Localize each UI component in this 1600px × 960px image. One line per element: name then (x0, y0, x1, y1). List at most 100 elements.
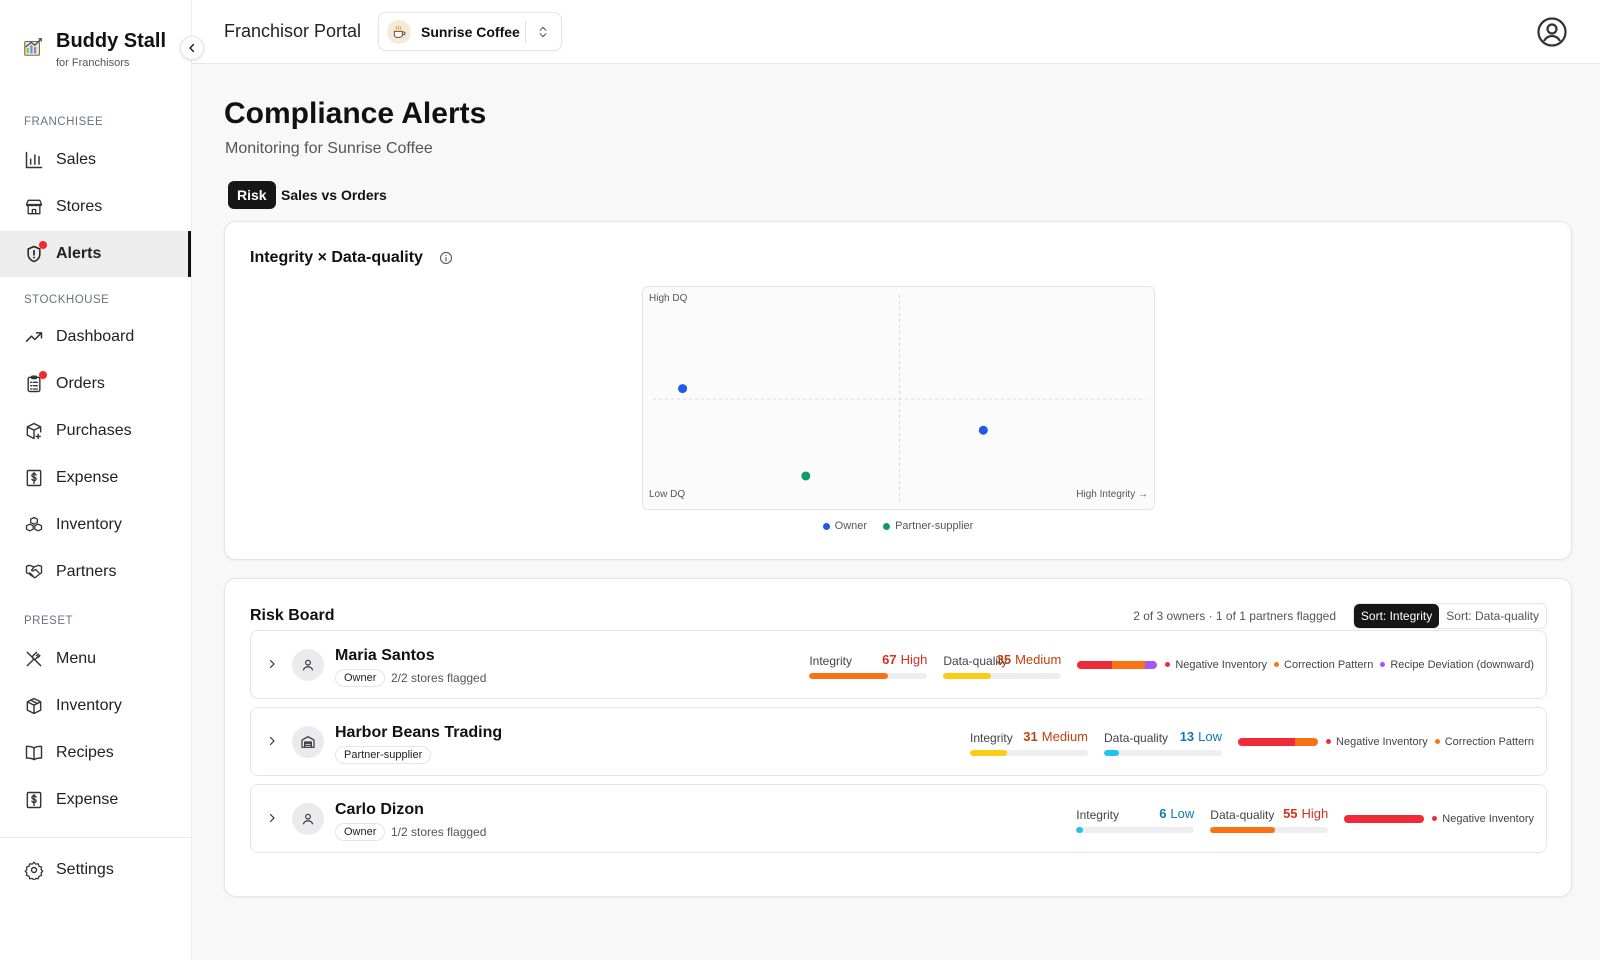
portal-title: Franchisor Portal (224, 21, 362, 41)
franchise-name: Sunrise Coffee (421, 23, 520, 40)
metric-value: 55 High (1283, 806, 1328, 821)
role-badge: Owner (335, 669, 386, 687)
flag-segment (1344, 814, 1425, 823)
app-tagline: for Franchisors (56, 57, 130, 69)
label-high-integrity: High Integrity → (1076, 489, 1148, 500)
sidebar-item-recipes[interactable]: Recipes (0, 730, 191, 776)
sidebar-item-preset-inventory[interactable]: Inventory (0, 683, 191, 729)
legend-owner-label: Owner (834, 520, 868, 532)
flag-segment (1238, 737, 1295, 746)
dq-metric: Data-quality 13 Low (1104, 726, 1223, 758)
scatter-point-partner-0 (801, 471, 811, 481)
chevron-right-icon[interactable] (266, 735, 278, 747)
franchise-logo-icon (387, 19, 411, 44)
sidebar-item-label: Partners (56, 563, 117, 580)
flag-distribution-bar (1344, 814, 1425, 823)
risk-row[interactable]: Maria Santos Owner 2/2 stores flagged Integ… (250, 630, 1547, 699)
sidebar-item-settings[interactable]: Settings (0, 847, 191, 893)
metric-bar (943, 672, 1062, 679)
section-stockhouse: STOCKHOUSE (24, 294, 110, 306)
sidebar-item-label: Orders (56, 375, 105, 392)
tab-sales-vs-orders[interactable]: Sales vs Orders (272, 181, 396, 209)
sidebar-item-label: Expense (56, 469, 119, 486)
sidebar-item-expense[interactable]: Expense (0, 455, 191, 501)
book-open-icon (25, 745, 43, 761)
legend-owner-swatch (822, 522, 830, 530)
sort-dq-button[interactable]: Sort: Data-quality (1439, 604, 1546, 628)
sidebar-item-alerts[interactable]: Alerts (0, 231, 191, 277)
sort-integrity-button[interactable]: Sort: Integrity (1353, 604, 1440, 628)
flag-item: Recipe Deviation (downward) (1380, 659, 1534, 671)
metric-label: Data-quality (1104, 730, 1169, 745)
flag-distribution-bar (1077, 660, 1158, 669)
flag-distribution-bar (1238, 737, 1318, 746)
alert-badge (39, 241, 47, 249)
handshake-icon (25, 564, 43, 579)
metric-score: 6 (1159, 805, 1167, 821)
user-icon (292, 649, 324, 681)
risk-row[interactable]: Carlo Dizon Owner 1/2 stores flagged Integr… (250, 784, 1547, 853)
sidebar-item-label: Expense (56, 791, 119, 808)
sidebar-item-label: Recipes (56, 744, 114, 761)
sidebar-item-inventory[interactable]: Inventory (0, 502, 191, 548)
sidebar-item-partners[interactable]: Partners (0, 549, 191, 595)
legend-partner: Partner-supplier (883, 520, 973, 532)
flag-dot (1274, 662, 1280, 667)
row-name: Carlo Dizon (335, 801, 424, 818)
metric-level: High (900, 651, 928, 667)
switcher-divider (525, 21, 526, 43)
sidebar-item-label: Inventory (56, 516, 122, 533)
sidebar-item-preset-expense[interactable]: Expense (0, 777, 191, 823)
bar-chart-icon (25, 151, 43, 169)
row-metrics: Integrity 6 Low Data-quality 55 High Negative … (1076, 785, 1534, 852)
integrity-metric: Integrity 67 High (809, 649, 928, 681)
sidebar: Buddy Stall for Franchisors FRANCHISEE S… (0, 0, 204, 960)
sidebar-item-sales[interactable]: Sales (0, 137, 191, 183)
metric-value: 31 Medium (1023, 729, 1088, 744)
package-icon (26, 697, 42, 715)
sidebar-item-label: Settings (56, 861, 114, 878)
stores-flagged: 2/2 stores flagged (391, 671, 487, 685)
flag-segment (1145, 660, 1158, 669)
metric-label: Data-quality (1210, 807, 1275, 822)
metric-bar-fill (809, 672, 889, 679)
store-icon (25, 199, 43, 215)
clipboard-list-icon (24, 371, 47, 394)
row-metrics: Integrity 31 Medium Data-quality 13 Low Negati… (970, 708, 1534, 775)
sidebar-item-purchases[interactable]: Purchases (0, 408, 191, 454)
chevron-right-icon[interactable] (266, 812, 278, 824)
collapse-sidebar-button[interactable] (180, 36, 204, 60)
scatter-plot: High DQ Low DQ High Integrity → (642, 286, 1155, 510)
flag-item: Correction Pattern (1274, 659, 1373, 671)
sidebar-item-stores[interactable]: Stores (0, 184, 191, 230)
integrity-metric: Integrity 6 Low (1076, 803, 1195, 835)
metric-score: 31 (1023, 728, 1038, 744)
brand[interactable]: Buddy Stall for Franchisors (22, 28, 172, 72)
metric-bar-fill (1210, 826, 1276, 833)
sidebar-item-orders[interactable]: Orders (0, 361, 191, 407)
info-icon[interactable] (439, 251, 453, 265)
role-badge: Owner (335, 823, 386, 841)
sidebar-item-dashboard[interactable]: Dashboard (0, 314, 191, 360)
metric-bar (1210, 826, 1329, 833)
metric-label: Integrity (809, 653, 853, 668)
scatter-point-owner-1 (978, 425, 988, 435)
app-name: Buddy Stall (56, 30, 167, 52)
section-preset: PRESET (24, 615, 74, 627)
sidebar-item-menu[interactable]: Menu (0, 636, 191, 682)
metric-bar-fill (1076, 826, 1084, 833)
franchise-switcher[interactable]: Sunrise Coffee (378, 12, 562, 51)
flag-segment (1111, 660, 1146, 669)
tab-risk[interactable]: Risk (228, 181, 276, 209)
flag-segment (1077, 660, 1112, 669)
flag-label: Negative Inventory (1442, 812, 1534, 825)
sort-toggle: Sort: Integrity Sort: Data-quality (1352, 603, 1547, 629)
legend-partner-label: Partner-supplier (895, 520, 974, 532)
metric-bar-fill (970, 749, 1007, 756)
flag-item: Negative Inventory (1326, 736, 1428, 748)
user-account-icon[interactable] (1536, 16, 1568, 48)
flag-item: Negative Inventory (1165, 659, 1267, 671)
chevron-right-icon[interactable] (266, 658, 278, 670)
flag-segment (1294, 737, 1318, 746)
risk-row[interactable]: Harbor Beans Trading Partner-supplier Inte… (250, 707, 1547, 776)
